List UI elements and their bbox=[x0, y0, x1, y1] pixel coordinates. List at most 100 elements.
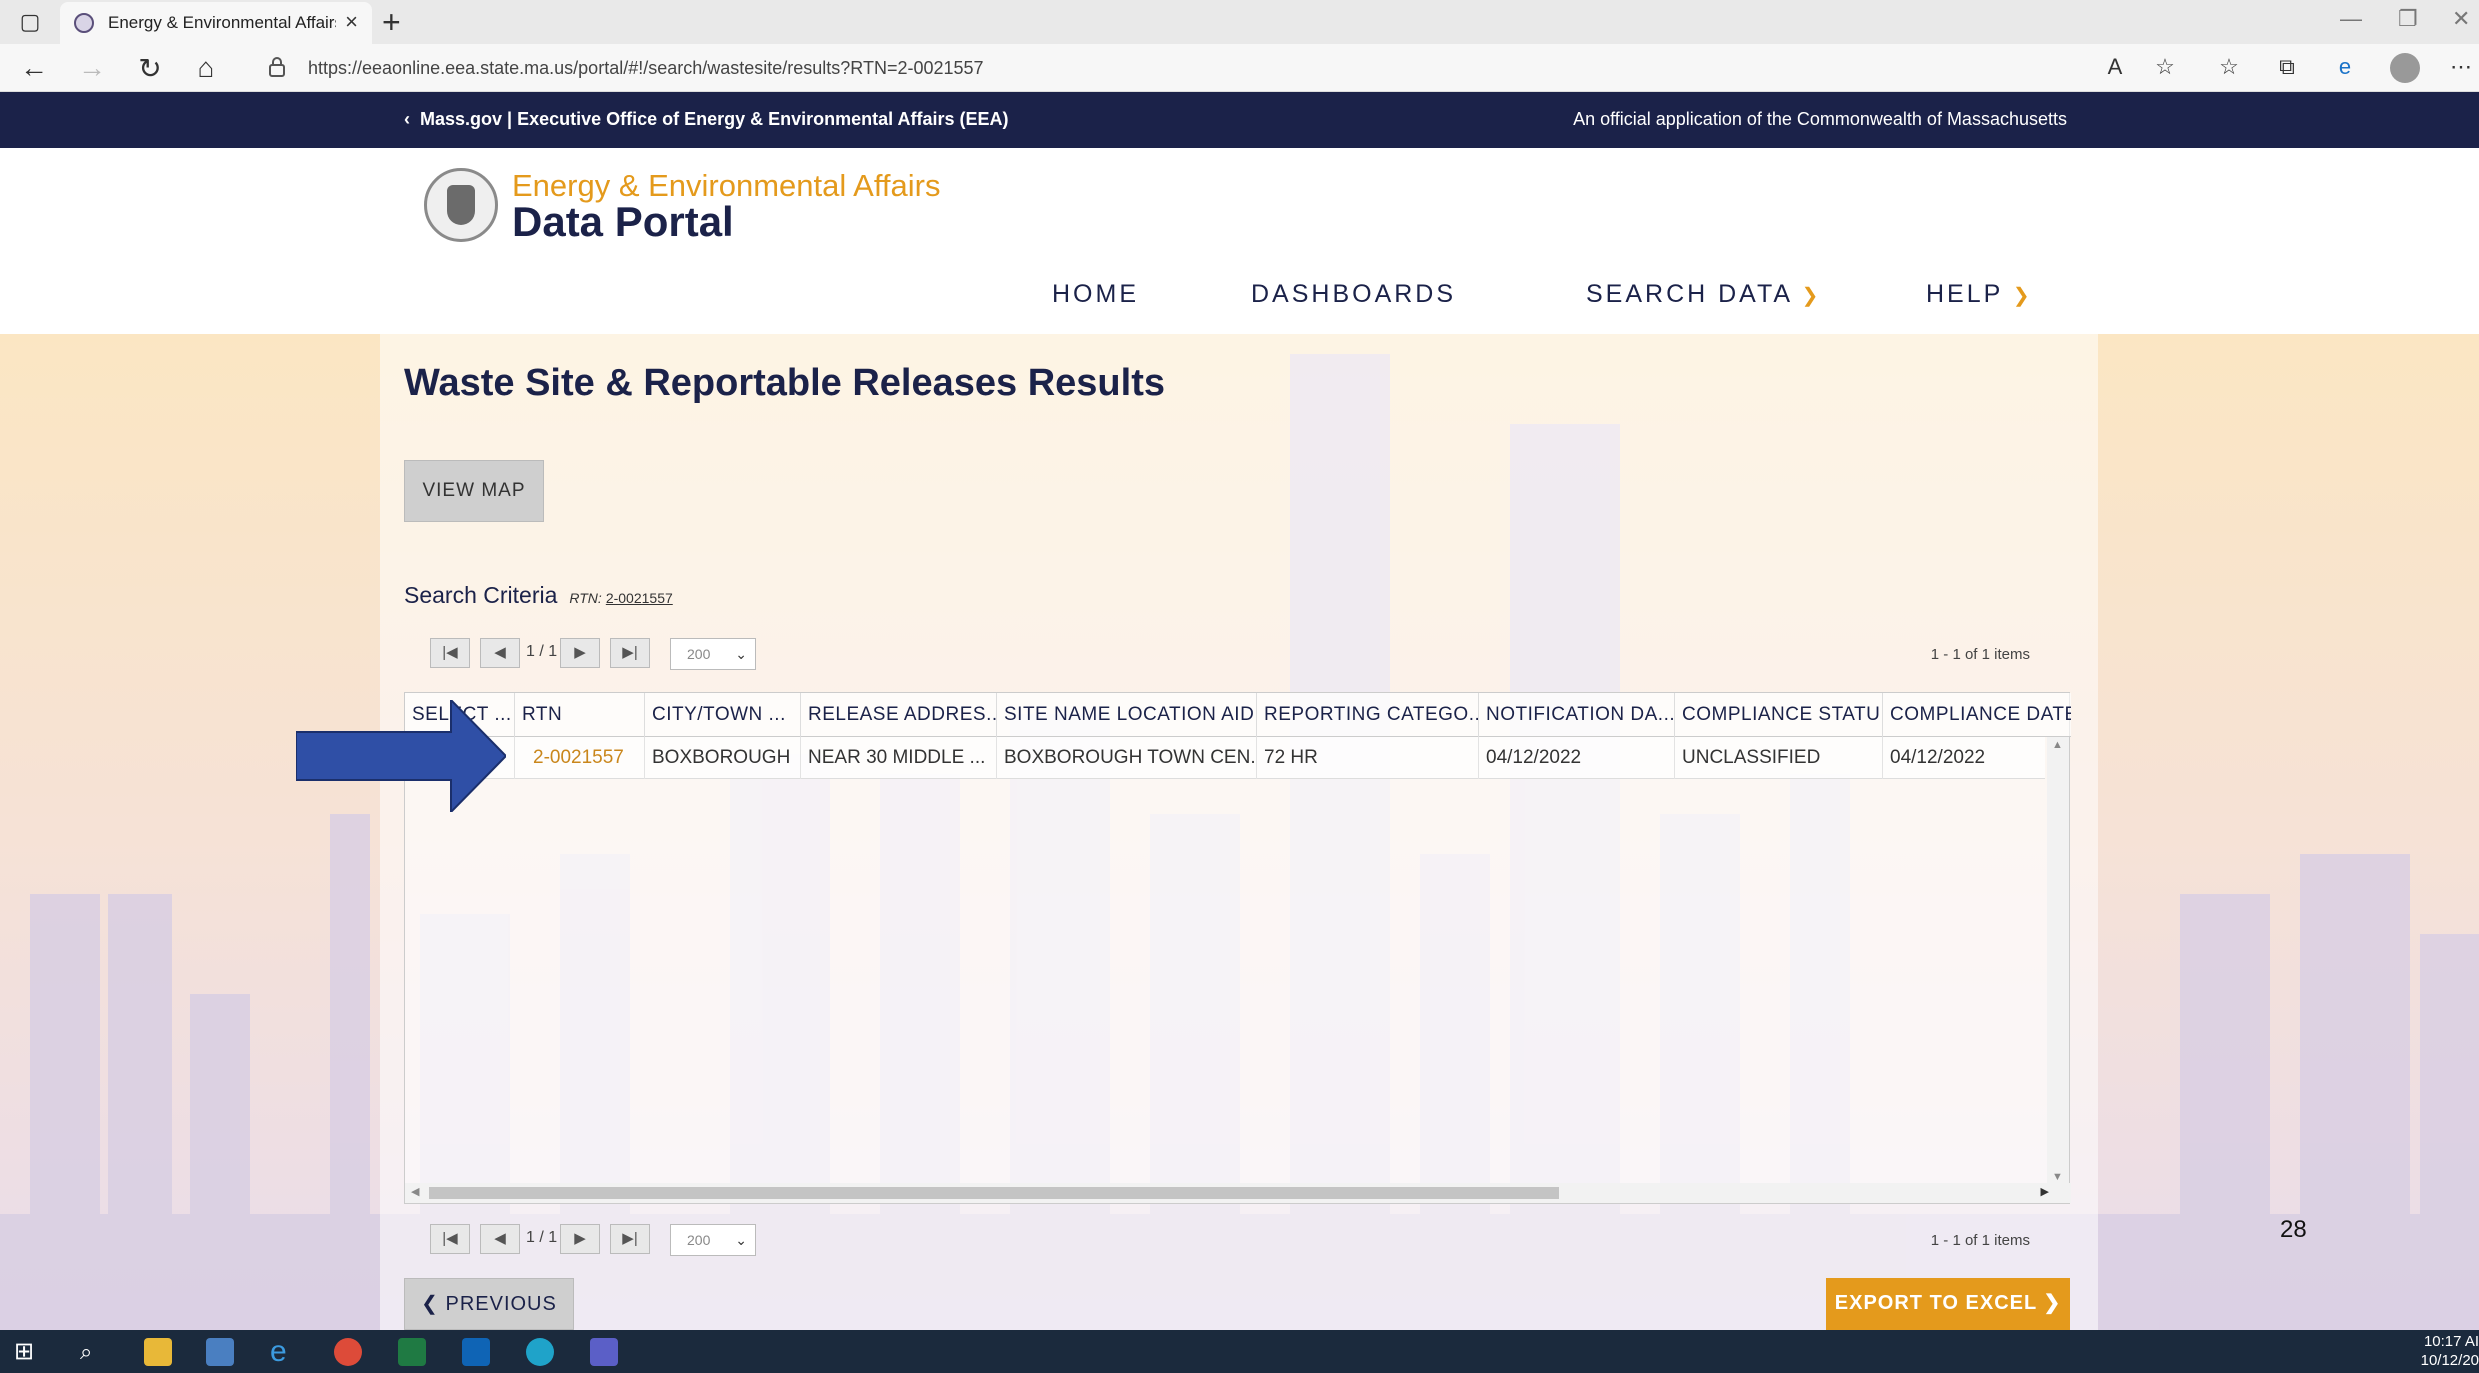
col-compliance-status[interactable]: COMPLIANCE STATU... bbox=[1675, 693, 1883, 737]
file-explorer-icon[interactable] bbox=[144, 1338, 172, 1366]
new-tab-icon[interactable]: + bbox=[382, 4, 401, 41]
chevron-left-icon: ❮ bbox=[421, 1293, 439, 1315]
nav-help-label: HELP bbox=[1926, 280, 2003, 308]
excel-icon[interactable] bbox=[398, 1338, 426, 1366]
browser-tab[interactable]: Energy & Environmental Affairs D × bbox=[60, 2, 372, 44]
export-to-excel-button[interactable]: EXPORT TO EXCEL ❯ bbox=[1826, 1278, 2070, 1330]
scroll-down-icon[interactable]: ▼ bbox=[2052, 1171, 2063, 1183]
chevron-down-icon: ⌄ bbox=[735, 1232, 747, 1248]
col-reporting-category[interactable]: REPORTING CATEGO... bbox=[1257, 693, 1479, 737]
previous-button[interactable]: ❮ PREVIOUS bbox=[404, 1278, 574, 1330]
site-header: Energy & Environmental Affairs Data Port… bbox=[0, 148, 2479, 334]
collections-icon[interactable]: ⧉ bbox=[2272, 54, 2302, 80]
tab-close-icon[interactable]: × bbox=[345, 9, 358, 35]
criteria-rtn-label: RTN: bbox=[569, 590, 602, 606]
massgov-link[interactable]: ‹ Mass.gov | Executive Office of Energy … bbox=[404, 109, 1009, 130]
vertical-scrollbar[interactable]: ▲ ▼ bbox=[2047, 737, 2069, 1185]
add-favorite-icon[interactable]: ☆ bbox=[2150, 54, 2180, 80]
grid-header: SELECT ... RTN CITY/TOWN ... RELEASE ADD… bbox=[405, 693, 2071, 737]
prev-page-icon[interactable]: ◀ bbox=[480, 638, 520, 668]
horizontal-scrollbar[interactable]: ◀ ▶ bbox=[405, 1183, 2071, 1203]
close-window-icon[interactable]: ✕ bbox=[2452, 6, 2470, 32]
table-row[interactable]: 2-0021557 BOXBOROUGH NEAR 30 MIDDLE ... … bbox=[405, 737, 2045, 779]
cell-compliance-status: UNCLASSIFIED bbox=[1675, 737, 1883, 779]
control-panel-icon[interactable] bbox=[206, 1338, 234, 1366]
view-map-button[interactable]: VIEW MAP bbox=[404, 460, 544, 522]
nav-search-data[interactable]: SEARCH DATA ❯ bbox=[1586, 280, 1821, 309]
chevron-down-icon: ⌄ bbox=[735, 646, 747, 662]
col-release-address[interactable]: RELEASE ADDRES... bbox=[801, 693, 997, 737]
lock-icon bbox=[269, 57, 285, 77]
tab-actions-icon[interactable]: ▢ bbox=[16, 8, 44, 36]
col-compliance-date[interactable]: COMPLIANCE DATE ... bbox=[1883, 693, 2071, 737]
massachusetts-seal-logo[interactable] bbox=[424, 168, 498, 242]
url-field[interactable]: https://eeaonline.eea.state.ma.us/portal… bbox=[246, 50, 2096, 86]
cell-notification-date: 04/12/2022 bbox=[1479, 737, 1675, 779]
page-info: 1 / 1 bbox=[526, 1229, 558, 1246]
col-notification-date[interactable]: NOTIFICATION DA... bbox=[1479, 693, 1675, 737]
nav-home[interactable]: HOME bbox=[1052, 280, 1139, 309]
results-grid: SELECT ... RTN CITY/TOWN ... RELEASE ADD… bbox=[404, 692, 2071, 1204]
cell-reporting-category: 72 HR bbox=[1257, 737, 1479, 779]
nav-help[interactable]: HELP ❯ bbox=[1926, 280, 2033, 309]
clock-time: 10:17 AI bbox=[2423, 1333, 2479, 1350]
edge-extension-icon[interactable]: e bbox=[2330, 54, 2360, 80]
tab-title: Energy & Environmental Affairs D bbox=[108, 13, 336, 32]
scrollbar-thumb[interactable] bbox=[429, 1187, 1559, 1199]
chevron-down-icon: ❯ bbox=[1801, 285, 1822, 307]
search-criteria-label: Search Criteria bbox=[404, 582, 558, 608]
url-text: https://eeaonline.eea.state.ma.us/portal… bbox=[308, 58, 984, 78]
browser-tabbar: ▢ Energy & Environmental Affairs D × + —… bbox=[0, 0, 2479, 44]
outlook-icon[interactable] bbox=[462, 1338, 490, 1366]
internet-explorer-icon[interactable]: e bbox=[270, 1337, 298, 1367]
cell-city-town: BOXBOROUGH bbox=[645, 737, 801, 779]
first-page-icon[interactable]: |◀ bbox=[430, 638, 470, 668]
first-page-icon[interactable]: |◀ bbox=[430, 1224, 470, 1254]
forward-icon[interactable]: → bbox=[74, 52, 110, 84]
minimize-icon[interactable]: — bbox=[2340, 6, 2362, 32]
last-page-icon[interactable]: ▶| bbox=[610, 638, 650, 668]
items-count: 1 - 1 of 1 items bbox=[1930, 1232, 2030, 1249]
previous-label: PREVIOUS bbox=[445, 1293, 557, 1315]
cell-compliance-date: 04/12/2022 bbox=[1890, 747, 1986, 768]
profile-avatar[interactable] bbox=[2390, 53, 2420, 83]
main-content: Waste Site & Reportable Releases Results… bbox=[380, 334, 2098, 1330]
col-city-town[interactable]: CITY/TOWN ... bbox=[645, 693, 801, 737]
teams-icon[interactable] bbox=[590, 1338, 618, 1366]
nav-search-data-label: SEARCH DATA bbox=[1586, 280, 1792, 308]
cell-rtn-link[interactable]: 2-0021557 bbox=[515, 737, 645, 779]
massgov-link-text: Mass.gov | Executive Office of Energy & … bbox=[420, 109, 1009, 129]
scroll-up-icon[interactable]: ▲ bbox=[2052, 739, 2063, 751]
export-label: EXPORT TO EXCEL bbox=[1834, 1292, 2037, 1314]
clock-date: 10/12/20 bbox=[2420, 1352, 2479, 1369]
refresh-icon[interactable]: ↻ bbox=[132, 52, 168, 85]
chrome-icon[interactable] bbox=[334, 1338, 362, 1366]
page-size-select[interactable]: 200 ⌄ bbox=[670, 638, 756, 670]
page-info: 1 / 1 bbox=[526, 643, 558, 660]
windows-start-icon[interactable]: ⊞ bbox=[14, 1338, 42, 1366]
criteria-rtn-value[interactable]: 2-0021557 bbox=[606, 590, 673, 606]
back-icon[interactable]: ← bbox=[16, 52, 52, 84]
col-site-name[interactable]: SITE NAME LOCATION AID ... bbox=[997, 693, 1257, 737]
scroll-left-icon[interactable]: ◀ bbox=[411, 1185, 419, 1198]
system-clock[interactable]: 10:17 AI 10/12/20 bbox=[2421, 1332, 2479, 1370]
prev-page-icon[interactable]: ◀ bbox=[480, 1224, 520, 1254]
next-page-icon[interactable]: ▶ bbox=[560, 638, 600, 668]
next-page-icon[interactable]: ▶ bbox=[560, 1224, 600, 1254]
chevron-right-icon: ❯ bbox=[2043, 1292, 2062, 1314]
home-icon[interactable]: ⌂ bbox=[188, 52, 224, 84]
brand-line2[interactable]: Data Portal bbox=[512, 198, 734, 246]
nav-dashboards[interactable]: DASHBOARDS bbox=[1251, 280, 1456, 309]
scroll-right-icon[interactable]: ▶ bbox=[2041, 1185, 2049, 1198]
more-menu-icon[interactable]: ⋯ bbox=[2446, 54, 2476, 80]
last-page-icon[interactable]: ▶| bbox=[610, 1224, 650, 1254]
cell-release-address: NEAR 30 MIDDLE ... bbox=[801, 737, 997, 779]
page-size-select[interactable]: 200 ⌄ bbox=[670, 1224, 756, 1256]
favorites-icon[interactable]: ☆ bbox=[2214, 54, 2244, 80]
col-rtn[interactable]: RTN bbox=[515, 693, 645, 737]
restore-icon[interactable]: ❐ bbox=[2398, 6, 2418, 32]
read-aloud-icon[interactable]: A bbox=[2100, 54, 2130, 80]
search-icon[interactable]: ⌕ bbox=[80, 1338, 108, 1366]
address-bar: ← → ↻ ⌂ https://eeaonline.eea.state.ma.u… bbox=[0, 44, 2479, 92]
edge-icon[interactable] bbox=[526, 1338, 554, 1366]
